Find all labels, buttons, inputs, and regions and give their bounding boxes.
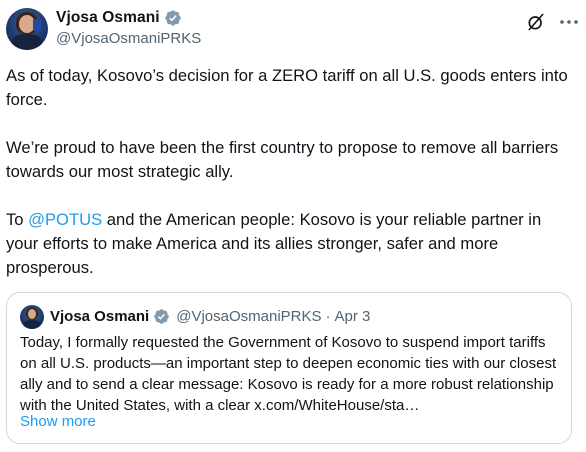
quoted-avatar-body (23, 320, 41, 329)
tweet-paragraph-3: To @POTUS and the American people: Kosov… (6, 208, 578, 280)
tweet-paragraph-3-prefix: To (6, 210, 29, 229)
quoted-verified-badge-icon (154, 309, 169, 324)
tweet-text: As of today, Kosovo’s decision for a ZER… (6, 64, 578, 304)
more-options-icon[interactable] (559, 17, 579, 27)
avatar[interactable] (6, 8, 48, 50)
show-more-link[interactable]: Show more (20, 413, 96, 430)
mention-link[interactable]: @POTUS (28, 210, 102, 229)
author-name-row: Vjosa Osmani (56, 9, 182, 27)
quoted-avatar-face (28, 309, 36, 319)
verified-badge-icon[interactable] (164, 9, 182, 27)
quoted-header: Vjosa Osmani @VjosaOsmaniPRKS · Apr 3 (50, 308, 370, 325)
quoted-link[interactable]: x.com/WhiteHouse/sta… (254, 397, 419, 414)
avatar-body (12, 34, 42, 50)
quoted-handle[interactable]: @VjosaOsmaniPRKS (176, 308, 321, 325)
quoted-text: Today, I formally requested the Governme… (20, 332, 560, 416)
quoted-separator: · (325, 308, 331, 325)
author-handle[interactable]: @VjosaOsmaniPRKS (56, 30, 201, 47)
grok-icon[interactable] (526, 12, 546, 32)
tweet-paragraph-1: As of today, Kosovo’s decision for a ZER… (6, 66, 568, 109)
tweet-header: Vjosa Osmani @VjosaOsmaniPRKS (6, 8, 580, 52)
quoted-date[interactable]: Apr 3 (335, 308, 371, 325)
quoted-display-name[interactable]: Vjosa Osmani (50, 308, 149, 325)
author-display-name[interactable]: Vjosa Osmani (56, 9, 160, 27)
tweet-paragraph-2: We’re proud to have been the first count… (6, 138, 559, 181)
quoted-tweet-card[interactable]: Vjosa Osmani @VjosaOsmaniPRKS · Apr 3 To… (6, 292, 572, 444)
quoted-avatar[interactable] (20, 305, 44, 329)
avatar-flag (33, 19, 41, 31)
